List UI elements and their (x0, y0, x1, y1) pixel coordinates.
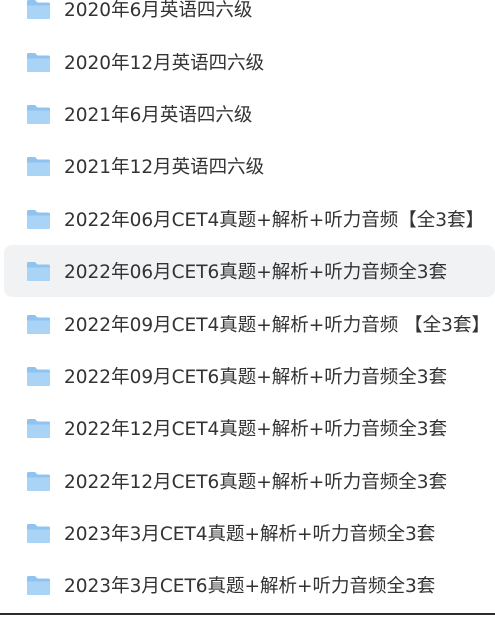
folder-icon (27, 419, 50, 439)
folder-name: 2023年3月CET4真题+解析+听力音频全3套 (64, 524, 436, 546)
folder-row[interactable]: 2020年12月英语四六级 (0, 35, 495, 87)
folder-icon (27, 0, 50, 20)
folder-icon (27, 52, 50, 72)
folder-icon (27, 314, 50, 334)
folder-name: 2020年12月英语四六级 (64, 52, 265, 74)
folder-name: 2022年06月CET6真题+解析+听力音频全3套 (64, 262, 448, 284)
folder-name: 2021年6月英语四六级 (64, 104, 253, 126)
folder-row[interactable]: 2022年12月CET6真题+解析+听力音频全3套 (0, 455, 495, 507)
folder-row-selected[interactable]: 2022年06月CET6真题+解析+听力音频全3套 (4, 244, 495, 298)
folder-name: 2022年09月CET4真题+解析+听力音频 【全3套】 (64, 314, 490, 336)
folder-icon (27, 104, 50, 124)
folder-icon (27, 524, 50, 544)
folder-name: 2021年12月英语四六级 (64, 157, 265, 179)
folder-name: 2022年12月CET4真题+解析+听力音频全3套 (64, 419, 448, 441)
folder-icon (27, 576, 50, 596)
folder-row[interactable]: 2022年06月CET4真题+解析+听力音频【全3套】 (0, 193, 495, 245)
folder-row[interactable]: 2022年09月CET4真题+解析+听力音频 【全3套】 (0, 297, 495, 349)
folder-row[interactable]: 2021年6月英语四六级 (0, 88, 495, 140)
folder-name: 2022年09月CET6真题+解析+听力音频全3套 (64, 366, 448, 388)
folder-list: 2020年6月英语四六级 2020年12月英语四六级 2021年6月英语四六级 … (0, 0, 495, 612)
folder-row[interactable]: 2023年3月CET4真题+解析+听力音频全3套 (0, 507, 495, 559)
folder-icon (27, 366, 50, 386)
bottom-divider (0, 613, 495, 615)
folder-row[interactable]: 2021年12月英语四六级 (0, 140, 495, 192)
folder-icon (27, 471, 50, 491)
folder-row[interactable]: 2020年6月英语四六级 (0, 0, 495, 35)
folder-icon (27, 209, 50, 229)
folder-name: 2022年12月CET6真题+解析+听力音频全3套 (64, 471, 448, 493)
folder-icon (27, 157, 50, 177)
folder-row[interactable]: 2023年3月CET6真题+解析+听力音频全3套 (0, 559, 495, 611)
folder-name: 2023年3月CET6真题+解析+听力音频全3套 (64, 576, 436, 598)
folder-row[interactable]: 2022年12月CET4真题+解析+听力音频全3套 (0, 402, 495, 454)
folder-name: 2022年06月CET4真题+解析+听力音频【全3套】 (64, 209, 485, 231)
folder-row[interactable]: 2022年09月CET6真题+解析+听力音频全3套 (0, 350, 495, 402)
folder-name: 2020年6月英语四六级 (64, 0, 253, 22)
folder-icon (27, 262, 50, 282)
